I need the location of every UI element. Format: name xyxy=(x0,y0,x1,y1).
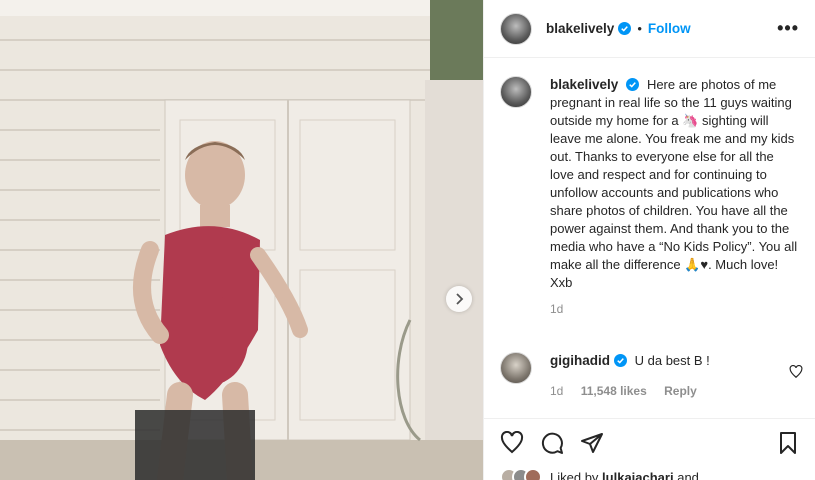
post-photo[interactable] xyxy=(0,0,483,480)
follow-button[interactable]: Follow xyxy=(648,21,691,36)
comment-meta: 1d 11,548 likes Reply xyxy=(550,382,780,400)
post-image xyxy=(0,0,483,480)
post-header: blakelively • Follow ••• xyxy=(484,0,815,58)
more-options-button[interactable]: ••• xyxy=(777,18,799,39)
comment-body: gigihadid U da best B ! 1d 11,548 likes … xyxy=(550,352,780,400)
comment-reply-button[interactable]: Reply xyxy=(664,384,697,398)
comment-like-heart-icon[interactable] xyxy=(789,365,803,379)
caption-author-username[interactable]: blakelively xyxy=(550,77,618,92)
liker-avatar xyxy=(524,468,542,480)
caption-body: blakelively Here are photos of me pregna… xyxy=(550,76,800,318)
separator-dot: • xyxy=(637,21,642,36)
author-avatar[interactable] xyxy=(500,12,532,45)
bookmark-icon[interactable] xyxy=(776,431,800,455)
verified-badge-icon xyxy=(618,22,632,35)
verified-badge-icon xyxy=(626,78,640,91)
caption-time[interactable]: 1d xyxy=(550,300,800,318)
comment-likes[interactable]: 11,548 likes xyxy=(581,384,647,398)
chevron-right-icon xyxy=(456,293,464,305)
commenter-username[interactable]: gigihadid xyxy=(550,353,610,368)
post-actions-bar xyxy=(484,418,815,466)
comment-text: U da best B ! xyxy=(634,353,710,368)
caption-text: Here are photos of me pregnant in real l… xyxy=(550,77,798,290)
share-icon[interactable] xyxy=(580,431,604,455)
liked-by-prefix: Liked by xyxy=(550,469,599,480)
comment-item: gigihadid U da best B ! 1d 11,548 likes … xyxy=(500,352,800,400)
commenter-avatar[interactable] xyxy=(500,352,532,384)
author-username[interactable]: blakelively xyxy=(546,21,614,36)
heart-icon[interactable] xyxy=(500,430,524,455)
liked-by-row: Liked by lulkajachari and xyxy=(500,468,699,480)
caption-author-avatar[interactable] xyxy=(500,76,532,108)
verified-badge-icon xyxy=(614,354,627,367)
caption: blakelively Here are photos of me pregna… xyxy=(500,76,800,318)
liked-by-user[interactable]: lulkajachari xyxy=(602,470,674,480)
next-photo-button[interactable] xyxy=(446,286,472,312)
comment-icon[interactable] xyxy=(540,431,564,455)
comment-time[interactable]: 1d xyxy=(550,384,563,398)
post-side-panel: blakelively • Follow ••• blakelively Her… xyxy=(483,0,815,480)
liked-by-suffix: and xyxy=(677,469,699,480)
